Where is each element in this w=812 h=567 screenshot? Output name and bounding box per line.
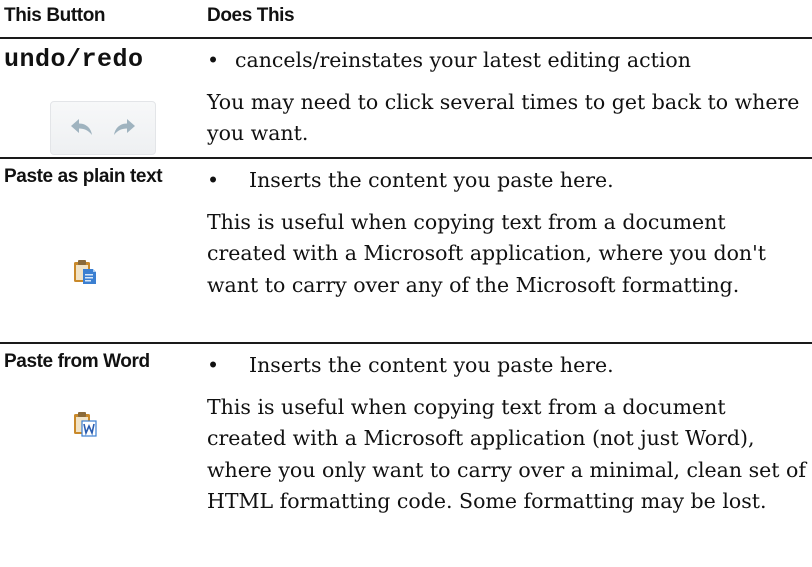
button-name-undo-redo: undo/redo: [4, 45, 144, 74]
button-name-paste-plain-text: Paste as plain text: [4, 166, 163, 187]
description-paste-from-word: • Inserts the content you paste here. Thi…: [207, 350, 807, 518]
bullet-text: Inserts the content you paste here.: [249, 168, 614, 192]
undo-redo-toolbar-image: [50, 101, 156, 155]
description-paste-plain-text: • Inserts the content you paste here. Thi…: [207, 165, 807, 301]
paragraph-paste-plain-text: This is useful when copying text from a …: [207, 209, 766, 297]
paragraph-undo-redo: You may need to click several times to g…: [207, 89, 800, 146]
bullet-dot: •: [207, 48, 220, 72]
button-name-paste-from-word: Paste from Word: [4, 351, 150, 372]
table-row-paste-from-word: Paste from Word • Inserts the content you…: [0, 344, 812, 567]
paste-plain-text-icon: [74, 260, 96, 284]
table-row-paste-plain-text: Paste as plain text • Inserts the content…: [0, 159, 812, 344]
header-does-this: Does This: [207, 5, 295, 26]
bullet-paste-from-word: • Inserts the content you paste here.: [207, 350, 807, 382]
paragraph-paste-from-word: This is useful when copying text from a …: [207, 394, 806, 514]
help-table: This Button Does This undo/redo • cancels…: [0, 0, 812, 567]
bullet-text: Inserts the content you paste here.: [249, 353, 614, 377]
bullet-undo-redo: • cancels/reinstates your latest editing …: [207, 45, 807, 77]
bullet-paste-plain-text: • Inserts the content you paste here.: [207, 165, 807, 197]
bullet-text: cancels/reinstates your latest editing a…: [235, 48, 691, 72]
undo-arrow-icon: [71, 119, 92, 135]
bullet-dot: •: [207, 168, 220, 192]
table-row-undo-redo: undo/redo • cancels/reinstates your lates…: [0, 39, 812, 159]
header-this-button: This Button: [4, 5, 106, 26]
bullet-dot: •: [207, 353, 220, 377]
description-undo-redo: • cancels/reinstates your latest editing …: [207, 45, 807, 150]
paste-from-word-icon: [74, 412, 97, 437]
table-header: This Button Does This: [0, 0, 812, 39]
redo-arrow-icon: [114, 119, 135, 135]
